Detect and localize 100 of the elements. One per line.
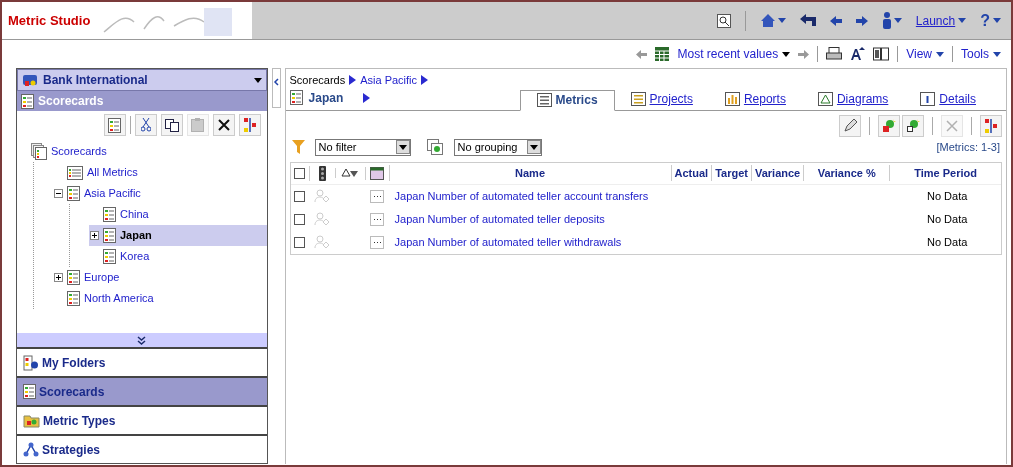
expand-icon[interactable] bbox=[53, 273, 63, 282]
calculator-icon[interactable] bbox=[655, 47, 670, 61]
copy-button[interactable] bbox=[160, 114, 183, 136]
row-checkbox[interactable] bbox=[294, 236, 306, 248]
metrics-count: [Metrics: 1-3] bbox=[936, 139, 1000, 155]
trend-icon[interactable] bbox=[341, 168, 360, 178]
column-header[interactable]: Actual bbox=[670, 164, 712, 182]
close-icon bbox=[946, 119, 958, 132]
column-header[interactable]: Time Period bbox=[889, 164, 1001, 182]
tab[interactable]: Metrics bbox=[519, 89, 615, 111]
tree-label: Asia Pacific bbox=[84, 186, 141, 202]
tree-item[interactable]: Asia Pacific bbox=[53, 183, 267, 204]
scissors-icon bbox=[140, 118, 151, 132]
bar-chart-icon bbox=[724, 92, 740, 106]
home-icon[interactable] bbox=[759, 13, 776, 28]
column-header[interactable]: Target bbox=[711, 164, 751, 182]
tree-item[interactable]: China bbox=[89, 204, 267, 225]
tab[interactable]: Diagrams bbox=[801, 88, 905, 110]
expand-icon[interactable] bbox=[89, 231, 99, 240]
period-dropdown[interactable]: Most recent values bbox=[677, 45, 779, 63]
new-metric-type-button[interactable] bbox=[902, 114, 924, 137]
select-all-checkbox[interactable] bbox=[294, 167, 306, 179]
tree-item[interactable]: Japan bbox=[89, 225, 267, 246]
font-size-icon[interactable] bbox=[850, 47, 866, 61]
metric-link[interactable]: Japan Number of automated teller withdrawals bbox=[388, 233, 923, 251]
tree-item[interactable]: All Metrics bbox=[53, 162, 267, 183]
row-checkbox[interactable] bbox=[294, 190, 306, 202]
caret-icon bbox=[253, 77, 262, 83]
tab[interactable]: Details bbox=[904, 88, 992, 110]
collapse-icon[interactable] bbox=[53, 189, 63, 198]
row-checkbox[interactable] bbox=[294, 213, 306, 225]
network-icon bbox=[23, 442, 39, 457]
breadcrumb-link[interactable]: Asia Pacific bbox=[360, 72, 418, 89]
new-metric-button[interactable] bbox=[878, 114, 900, 137]
caret-icon bbox=[398, 144, 407, 150]
column-header[interactable]: Variance % bbox=[803, 164, 890, 182]
user-icon[interactable] bbox=[881, 12, 892, 29]
caret-icon bbox=[993, 18, 1001, 23]
metric-link[interactable]: Japan Number of automated teller account transfers bbox=[388, 187, 923, 205]
caret-icon bbox=[893, 18, 902, 23]
tree-item[interactable]: North America bbox=[53, 288, 267, 309]
column-header[interactable]: Name bbox=[388, 164, 671, 182]
previous-icon[interactable] bbox=[636, 49, 648, 59]
pencil-icon bbox=[843, 119, 857, 132]
delete-button[interactable] bbox=[212, 114, 235, 136]
package-selector[interactable]: Bank International bbox=[17, 69, 267, 91]
collapse-panel-icon[interactable] bbox=[271, 68, 281, 108]
metric-link[interactable]: Japan Number of automated teller deposits bbox=[388, 210, 923, 228]
tree-label: North America bbox=[84, 291, 154, 307]
tab[interactable]: Projects bbox=[614, 88, 709, 110]
next-icon[interactable] bbox=[798, 49, 810, 59]
time-period-cell-text: No Data bbox=[926, 188, 969, 204]
scorecard-icon bbox=[103, 207, 116, 222]
reorder-button[interactable] bbox=[980, 114, 1002, 137]
grouping-dropdown[interactable]: No grouping bbox=[453, 138, 542, 156]
time-period-cell-text: No Data bbox=[926, 211, 969, 227]
help-link[interactable]: ? bbox=[980, 8, 990, 33]
copy-icon bbox=[164, 118, 179, 132]
tree-label: All Metrics bbox=[87, 165, 138, 181]
view-menu[interactable]: View bbox=[906, 45, 932, 63]
tab-icon bbox=[817, 92, 833, 106]
tree-item[interactable]: Europe bbox=[53, 267, 267, 288]
next-icon[interactable] bbox=[855, 15, 868, 26]
book-icon[interactable] bbox=[873, 47, 890, 61]
previous-icon[interactable] bbox=[829, 15, 842, 26]
filter-dropdown[interactable]: No filter bbox=[314, 138, 411, 156]
grouping-icon[interactable] bbox=[426, 139, 444, 155]
search-icon[interactable] bbox=[716, 13, 731, 28]
scorecard-icon bbox=[108, 117, 122, 133]
scorecards-icon bbox=[21, 93, 34, 109]
reorder-button[interactable] bbox=[238, 114, 261, 136]
tools-menu[interactable]: Tools bbox=[961, 45, 989, 63]
section-header: Scorecards bbox=[17, 91, 267, 111]
new-scorecard-button[interactable] bbox=[103, 114, 126, 136]
tab[interactable]: Reports bbox=[708, 88, 802, 110]
scorecard-icon bbox=[103, 249, 116, 264]
reorder-icon bbox=[242, 117, 257, 133]
cut-button[interactable] bbox=[134, 114, 157, 136]
caret-icon bbox=[936, 51, 944, 57]
column-header[interactable]: Variance bbox=[750, 164, 804, 182]
tree-item[interactable]: Scorecards bbox=[17, 141, 267, 162]
traffic-light-icon[interactable] bbox=[318, 165, 326, 181]
shapes-icon bbox=[882, 118, 896, 133]
caret-icon bbox=[993, 51, 1001, 57]
double-chevron-icon[interactable] bbox=[137, 335, 147, 345]
caret-icon bbox=[958, 18, 967, 23]
note-icon[interactable] bbox=[370, 166, 385, 180]
scorecard-title: Japan bbox=[308, 89, 344, 107]
launch-link[interactable]: Launch bbox=[915, 11, 956, 30]
edit-button[interactable] bbox=[839, 114, 861, 137]
nav-item[interactable]: Scorecards bbox=[17, 376, 267, 405]
tree-item[interactable]: Korea bbox=[89, 246, 267, 267]
scorecards-icon bbox=[23, 384, 36, 399]
back-icon[interactable] bbox=[799, 14, 816, 27]
caret-icon bbox=[782, 51, 791, 57]
caret-icon bbox=[777, 18, 786, 23]
print-icon[interactable] bbox=[826, 47, 843, 61]
info-icon bbox=[920, 92, 936, 106]
scorecard-icon bbox=[67, 186, 80, 201]
scorecard-icon bbox=[103, 228, 116, 243]
